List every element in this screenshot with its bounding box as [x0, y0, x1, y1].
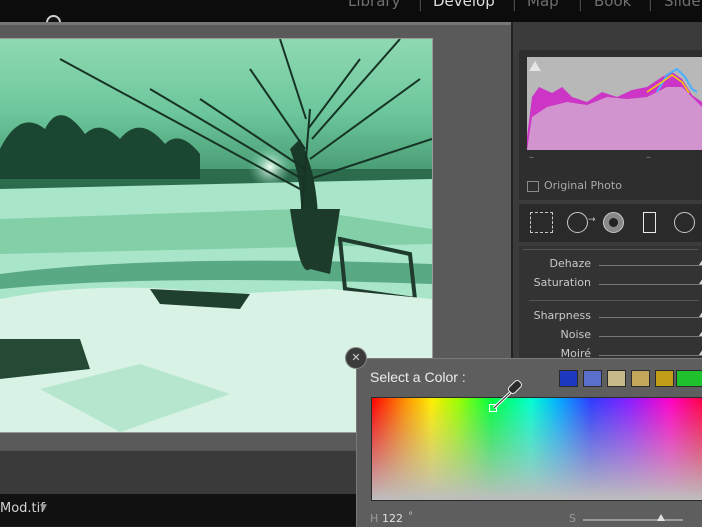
histogram-tick: – — [529, 152, 534, 163]
histogram-graph — [527, 57, 702, 150]
module-book[interactable]: Book — [594, 0, 631, 10]
filename-label[interactable]: Mod.tif — [0, 501, 45, 516]
color-swatch[interactable] — [559, 370, 578, 387]
slider-track[interactable] — [599, 265, 702, 266]
histogram[interactable] — [527, 57, 702, 150]
hue-unit: ° — [408, 511, 413, 522]
color-swatch[interactable] — [631, 370, 650, 387]
slider-label: Sharpness — [533, 309, 591, 322]
color-picker-title: Select a Color : — [370, 369, 466, 385]
tool-strip: → — [519, 204, 702, 242]
chevron-down-icon[interactable]: ▼ — [40, 503, 47, 513]
original-photo-checkbox[interactable] — [527, 181, 539, 192]
spot-removal-icon[interactable] — [567, 212, 588, 233]
hue-value[interactable]: 122 — [382, 512, 403, 525]
original-photo-label: Original Photo — [544, 179, 622, 192]
adjustment-sliders: Dehaze Saturation Sharpness Noise Moiré — [519, 246, 702, 366]
radial-filter-icon[interactable] — [674, 212, 695, 233]
module-separator: | — [648, 0, 653, 12]
slider-track[interactable] — [599, 355, 702, 356]
slider-track[interactable] — [599, 317, 702, 318]
clipping-warning-icon[interactable] — [529, 61, 541, 71]
color-swatch[interactable] — [607, 370, 626, 387]
module-separator: | — [512, 0, 517, 12]
spot-removal-arrow-icon: → — [588, 215, 596, 225]
saturation-label: S — [569, 512, 576, 525]
section-divider — [523, 249, 698, 250]
saturation-slider-knob[interactable] — [657, 514, 665, 521]
section-divider — [529, 300, 699, 301]
red-eye-icon[interactable] — [603, 212, 624, 233]
module-bar: Library | Develop | Map | Book | Slide — [0, 0, 702, 30]
hue-label: H — [370, 512, 379, 525]
slider-label: Noise — [560, 328, 591, 341]
module-separator: | — [578, 0, 583, 12]
color-swatch[interactable] — [655, 370, 674, 387]
module-separator: | — [418, 0, 423, 12]
close-icon[interactable]: ✕ — [345, 347, 367, 369]
slider-label: Dehaze — [549, 257, 592, 270]
color-swatch[interactable] — [583, 370, 602, 387]
module-map[interactable]: Map — [527, 0, 559, 10]
crop-icon[interactable] — [530, 212, 553, 233]
canvas-divider — [0, 22, 511, 25]
eyedropper-icon[interactable] — [491, 378, 527, 412]
selected-color-swatch[interactable] — [676, 370, 702, 387]
graduated-filter-icon[interactable] — [643, 212, 656, 233]
slider-track[interactable] — [599, 284, 702, 285]
slider-track[interactable] — [599, 336, 702, 337]
module-slide[interactable]: Slide — [664, 0, 701, 10]
saturation-slider-track[interactable] — [583, 519, 683, 521]
histogram-tick: – — [646, 152, 651, 163]
slider-label: Saturation — [533, 276, 591, 289]
module-library[interactable]: Library — [348, 0, 400, 10]
color-spectrum[interactable] — [371, 397, 702, 501]
module-develop[interactable]: Develop — [433, 0, 495, 10]
